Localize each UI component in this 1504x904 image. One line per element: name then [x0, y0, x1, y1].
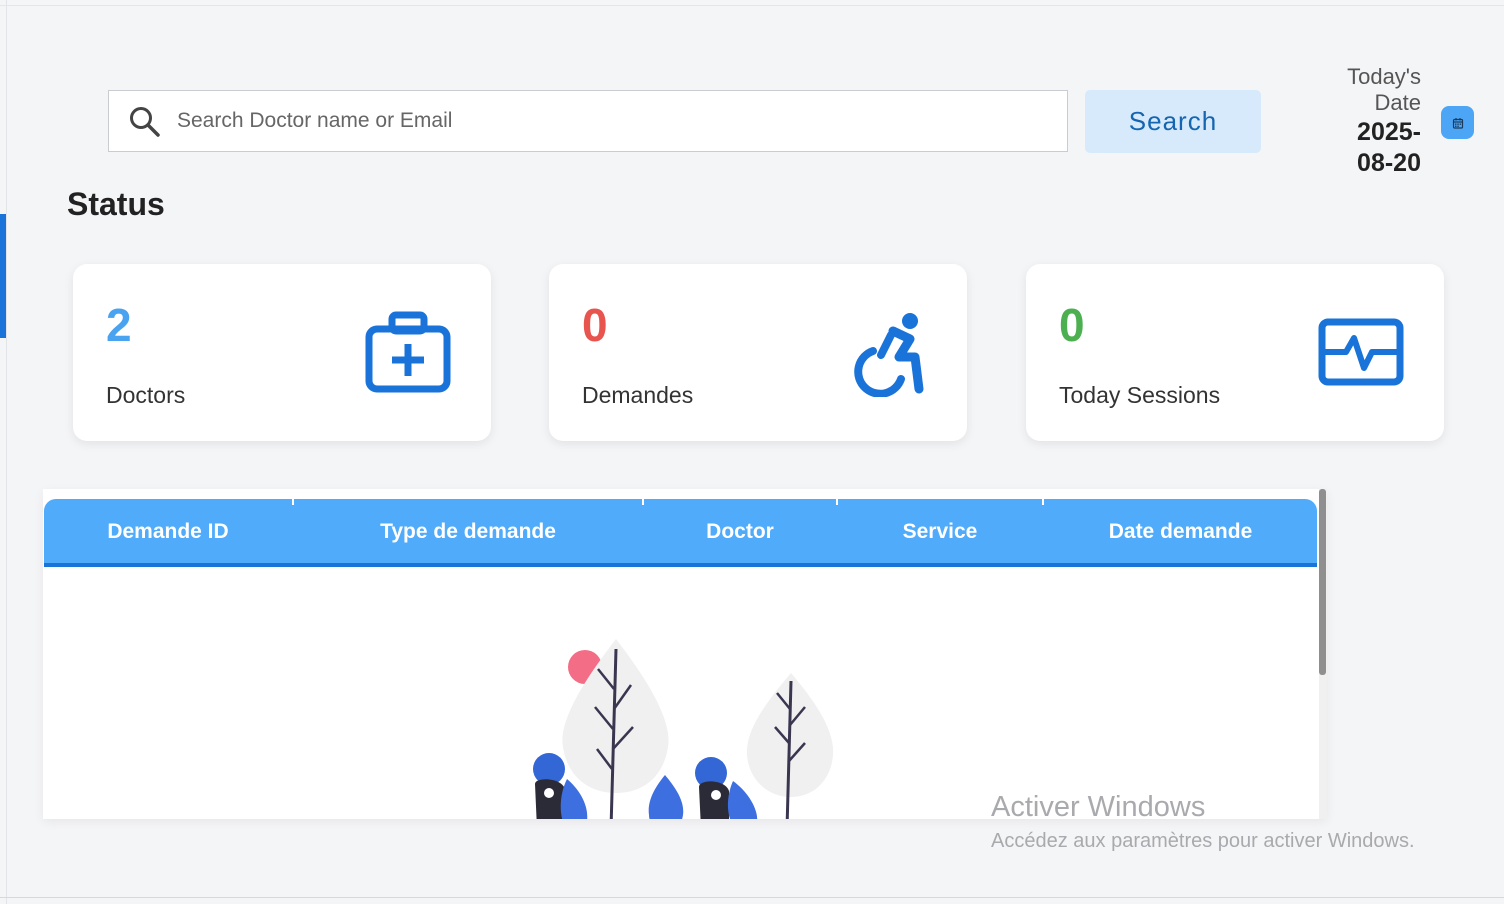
calendar-button[interactable]	[1441, 106, 1474, 139]
heart-monitor-icon	[1318, 318, 1404, 386]
demandes-card[interactable]: 0 Demandes	[549, 264, 967, 441]
column-header-doctor[interactable]: Doctor	[644, 499, 836, 563]
windows-activation-watermark: Activer Windows Accédez aux paramètres p…	[991, 790, 1415, 853]
column-header-service[interactable]: Service	[838, 499, 1042, 563]
sessions-count: 0	[1059, 299, 1085, 351]
date-value: 2025-08-20	[1357, 118, 1421, 177]
demandes-table: Demande ID Type de demande Doctor Servic…	[43, 489, 1327, 819]
wheelchair-icon	[854, 313, 924, 397]
table-header: Demande ID Type de demande Doctor Servic…	[44, 499, 1317, 567]
sidebar-edge	[6, 0, 7, 904]
sessions-card[interactable]: 0 Today Sessions	[1026, 264, 1444, 441]
bottom-border	[0, 897, 1504, 898]
doctors-card[interactable]: 2 Doctors	[73, 264, 491, 441]
column-header-demande-id[interactable]: Demande ID	[44, 499, 292, 563]
status-heading: Status	[67, 186, 165, 222]
date-label: Today's Date	[1347, 64, 1421, 115]
watermark-subtitle: Accédez aux paramètres pour activer Wind…	[991, 830, 1415, 852]
todays-date: Today's Date 2025-08-20	[1331, 64, 1421, 179]
sessions-label: Today Sessions	[1059, 382, 1221, 408]
scrollbar-thumb[interactable]	[1319, 489, 1326, 675]
sidebar-active-indicator	[0, 214, 6, 338]
doctors-label: Doctors	[106, 382, 186, 408]
search-field[interactable]	[108, 90, 1068, 152]
demandes-count: 0	[582, 299, 608, 351]
column-header-type-de-demande[interactable]: Type de demande	[294, 499, 642, 563]
top-border	[0, 0, 1504, 6]
search-button[interactable]: Search	[1085, 90, 1261, 153]
search-icon	[130, 107, 160, 137]
doctors-count: 2	[106, 299, 132, 351]
watermark-title: Activer Windows	[991, 791, 1206, 823]
calendar-icon	[1452, 117, 1463, 129]
medical-kit-icon	[365, 311, 451, 393]
empty-state-illustration	[533, 639, 834, 819]
column-header-date-demande[interactable]: Date demande	[1044, 499, 1317, 563]
search-input[interactable]	[175, 108, 1067, 134]
demandes-label: Demandes	[582, 382, 694, 408]
